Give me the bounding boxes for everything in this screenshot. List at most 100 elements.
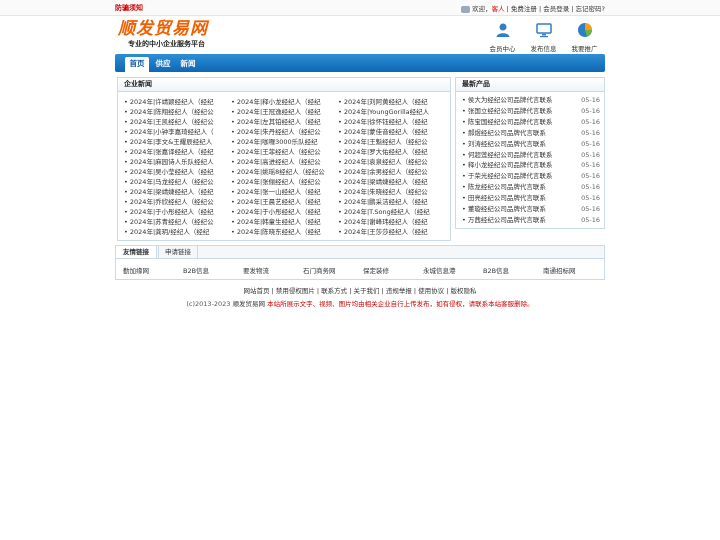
news-item[interactable]: • 2024年|张嘉译经纪人（经纪 [124, 147, 228, 157]
news-item[interactable]: • 2024年|咖喱3000乐队经纪 [231, 137, 335, 147]
news-item[interactable]: • 2024年|YoungGorilla经纪人 [338, 107, 442, 117]
product-link[interactable]: 郝煜经纪公司品牌代言联系 [468, 129, 546, 137]
product-date: 05-16 [581, 161, 600, 170]
news-item[interactable]: • 2024年|乔欣经纪人（经纪公 [124, 197, 228, 207]
footer-link[interactable]: 关于我们 [354, 287, 380, 295]
news-item[interactable]: • 2024年|龚玥/经纪人（经纪 [124, 227, 228, 237]
news-item[interactable]: • 2024年|鹏采洁经纪人（经纪 [338, 197, 442, 207]
forgot-password-link[interactable]: 忘记密码? [576, 5, 605, 13]
news-item[interactable]: • 2024年|左其铂经纪人（经纪 [231, 117, 335, 127]
product-date: 05-16 [581, 150, 600, 159]
guest-link[interactable]: 客人 [492, 5, 505, 13]
product-link[interactable]: 万茜经纪公司品牌代言联系 [468, 216, 546, 224]
news-item[interactable]: • 2024年|张俪经纪人（经纪公 [231, 177, 335, 187]
product-date: 05-16 [581, 215, 600, 224]
copyright: (c)2013-2023 顺发贸易网 本站所展示文字、视频、图片均由相关企业自行… [186, 300, 534, 308]
promote-button[interactable]: 我要推广 [564, 22, 605, 53]
product-item: • 郝煜经纪公司品牌代言联系 05-16 [462, 128, 600, 138]
friend-link[interactable]: 永城信息港 [423, 265, 456, 275]
news-item[interactable]: • 2024年|余男经纪人（经纪公 [338, 167, 442, 177]
news-item[interactable]: • 2024年|袁泉经纪人（经纪公 [338, 157, 442, 167]
news-item[interactable]: • 2024年|王菲经纪人（经纪公 [231, 147, 335, 157]
register-link[interactable]: 免费注册 [511, 5, 537, 13]
news-item[interactable]: • 2024年|于小彤经纪人（经纪 [124, 207, 228, 217]
news-item[interactable]: • 2024年|T.Song经纪人（经纪 [338, 207, 442, 217]
news-item[interactable]: • 2024年|梁靖婕经纪人（经纪 [124, 187, 228, 197]
publish-info-button[interactable]: 发布信息 [523, 22, 564, 53]
news-item[interactable]: • 2024年|韩童生经纪人（经纪 [231, 217, 335, 227]
news-item[interactable]: • 2024年|释小龙经纪人（经纪 [231, 97, 335, 107]
news-item[interactable]: • 2024年|徐怀钰经纪人（经纪 [338, 117, 442, 127]
news-item[interactable]: • 2024年|马龙经纪人（经纪公 [124, 177, 228, 187]
friend-link[interactable]: 南通招标网 [543, 265, 576, 275]
friend-link[interactable]: B2B信息 [183, 265, 209, 275]
friend-link[interactable]: 石门商务网 [303, 265, 336, 275]
latest-products-panel: 最新产品 • 侯大为经纪公司品牌代言联系 05-16 • 张国立经纪公司品牌代言联系… [455, 77, 605, 229]
news-item[interactable]: • 2024年|梁靖婕经纪人（经纪 [338, 177, 442, 187]
news-item[interactable]: • 2024年|小钟李嘉琦经纪人（ [124, 127, 228, 137]
news-item[interactable]: • 2024年|王冠逸经纪人（经纪 [231, 107, 335, 117]
tab-apply-link[interactable]: 申请链接 [158, 246, 198, 258]
product-link[interactable]: 何超莲经纪公司品牌代言联系 [468, 151, 553, 159]
news-item[interactable]: • 2024年|罗大佑经纪人（经纪 [338, 147, 442, 157]
product-link[interactable]: 于荣光经纪公司品牌代言联系 [468, 172, 553, 180]
footer-link[interactable]: 版权隐私 [450, 287, 476, 295]
news-item[interactable]: • 2024年|于小彤经纪人（经纪 [231, 207, 335, 217]
news-item[interactable]: • 2024年|谢峰玮经纪人（经纪 [338, 217, 442, 227]
footer-link[interactable]: 禁用侵权图片 [276, 287, 315, 295]
product-date: 05-16 [581, 117, 600, 126]
monitor-icon [535, 23, 552, 38]
product-link[interactable]: 董璇经纪公司品牌代言联系 [468, 205, 546, 213]
news-item[interactable]: • 2024年|张一山经纪人（经纪 [231, 187, 335, 197]
product-date: 05-16 [581, 194, 600, 203]
main-nav: 首页 供应 新闻 [115, 54, 605, 72]
friend-link[interactable]: B2B信息 [483, 265, 509, 275]
news-item[interactable]: • 2024年|王晨艺经纪人（经纪 [231, 197, 335, 207]
friend-link[interactable]: 勤加缘网 [123, 265, 149, 275]
news-item[interactable]: • 2024年|许靖颖经纪人（经纪 [124, 97, 228, 107]
member-center-button[interactable]: 会员中心 [482, 22, 523, 53]
footer-link[interactable]: 网站首页 [244, 287, 270, 295]
nav-supply[interactable]: 供应 [151, 57, 175, 72]
product-date: 05-16 [581, 106, 600, 115]
product-link[interactable]: 张国立经纪公司品牌代言联系 [468, 107, 553, 115]
product-link[interactable]: 侯大为经纪公司品牌代言联系 [468, 96, 553, 104]
site-logo[interactable]: 顺发贸易网 专业的中小企业服务平台 [118, 20, 218, 52]
logo-slogan: 专业的中小企业服务平台 [128, 40, 205, 48]
product-link[interactable]: 刘涛经纪公司品牌代言联系 [468, 140, 546, 148]
news-item[interactable]: • 2024年|麻园诗人乐队经纪人 [124, 157, 228, 167]
news-item[interactable]: • 2024年|姚瑶8经纪人（经纪公 [231, 167, 335, 177]
footer-link[interactable]: 违规举报 [386, 287, 412, 295]
latest-products-title: 最新产品 [456, 78, 604, 92]
news-item[interactable]: • 2024年|陈晓东经纪人（经纪 [231, 227, 335, 237]
news-item[interactable]: • 2024年|高进经纪人（经纪公 [231, 157, 335, 167]
product-link[interactable]: 陈龙经纪公司品牌代言联系 [468, 183, 546, 191]
login-link[interactable]: 会员登录 [543, 5, 569, 13]
enterprise-news-panel: 企业新闻 • 2024年|许靖颖经纪人（经纪 • 2024年|陈翔经纪人（经纪公 •… [117, 77, 451, 241]
tab-friend-links[interactable]: 友情链接 [116, 246, 157, 258]
footer-link[interactable]: 使用协议 [418, 287, 444, 295]
news-item[interactable]: • 2024年|朱晓经纪人（经纪公 [338, 187, 442, 197]
footer-link[interactable]: 联系方式 [321, 287, 347, 295]
product-link[interactable]: 陈宝国经纪公司品牌代言联系 [468, 118, 553, 126]
product-link[interactable]: 田亮经纪公司品牌代言联系 [468, 194, 546, 202]
product-date: 05-16 [581, 139, 600, 148]
news-item[interactable]: • 2024年|王凯经纪人（经纪公 [124, 117, 228, 127]
news-item[interactable]: • 2024年|苏青经纪人（经纪公 [124, 217, 228, 227]
product-link[interactable]: 释小龙经纪公司品牌代言联系 [468, 161, 553, 169]
news-item[interactable]: • 2024年|王莎莎经纪人（经纪 [338, 227, 442, 237]
nav-news[interactable]: 新闻 [176, 57, 200, 72]
news-item[interactable]: • 2024年|李文&王耀辰经纪人 [124, 137, 228, 147]
news-item[interactable]: • 2024年|陈翔经纪人（经纪公 [124, 107, 228, 117]
fraud-notice-link[interactable]: 防骗须知 [115, 3, 143, 13]
product-date: 05-16 [581, 128, 600, 137]
friend-link[interactable]: 保定装修 [363, 265, 389, 275]
friend-link[interactable]: 要发物流 [243, 265, 269, 275]
news-item[interactable]: • 2024年|吴小莹经纪人（经纪 [124, 167, 228, 177]
news-item[interactable]: • 2024年|朱丹经纪人（经纪公 [231, 127, 335, 137]
news-item[interactable]: • 2024年|王魁经纪人（经纪公 [338, 137, 442, 147]
nav-home[interactable]: 首页 [125, 57, 149, 72]
user-links: 欢迎，客人 | 免费注册 | 会员登录 | 忘记密码? [461, 3, 605, 13]
news-item[interactable]: • 2024年|蒙佳音经纪人（经纪 [338, 127, 442, 137]
news-item[interactable]: • 2024年|刘阿黄经纪人（经纪 [338, 97, 442, 107]
